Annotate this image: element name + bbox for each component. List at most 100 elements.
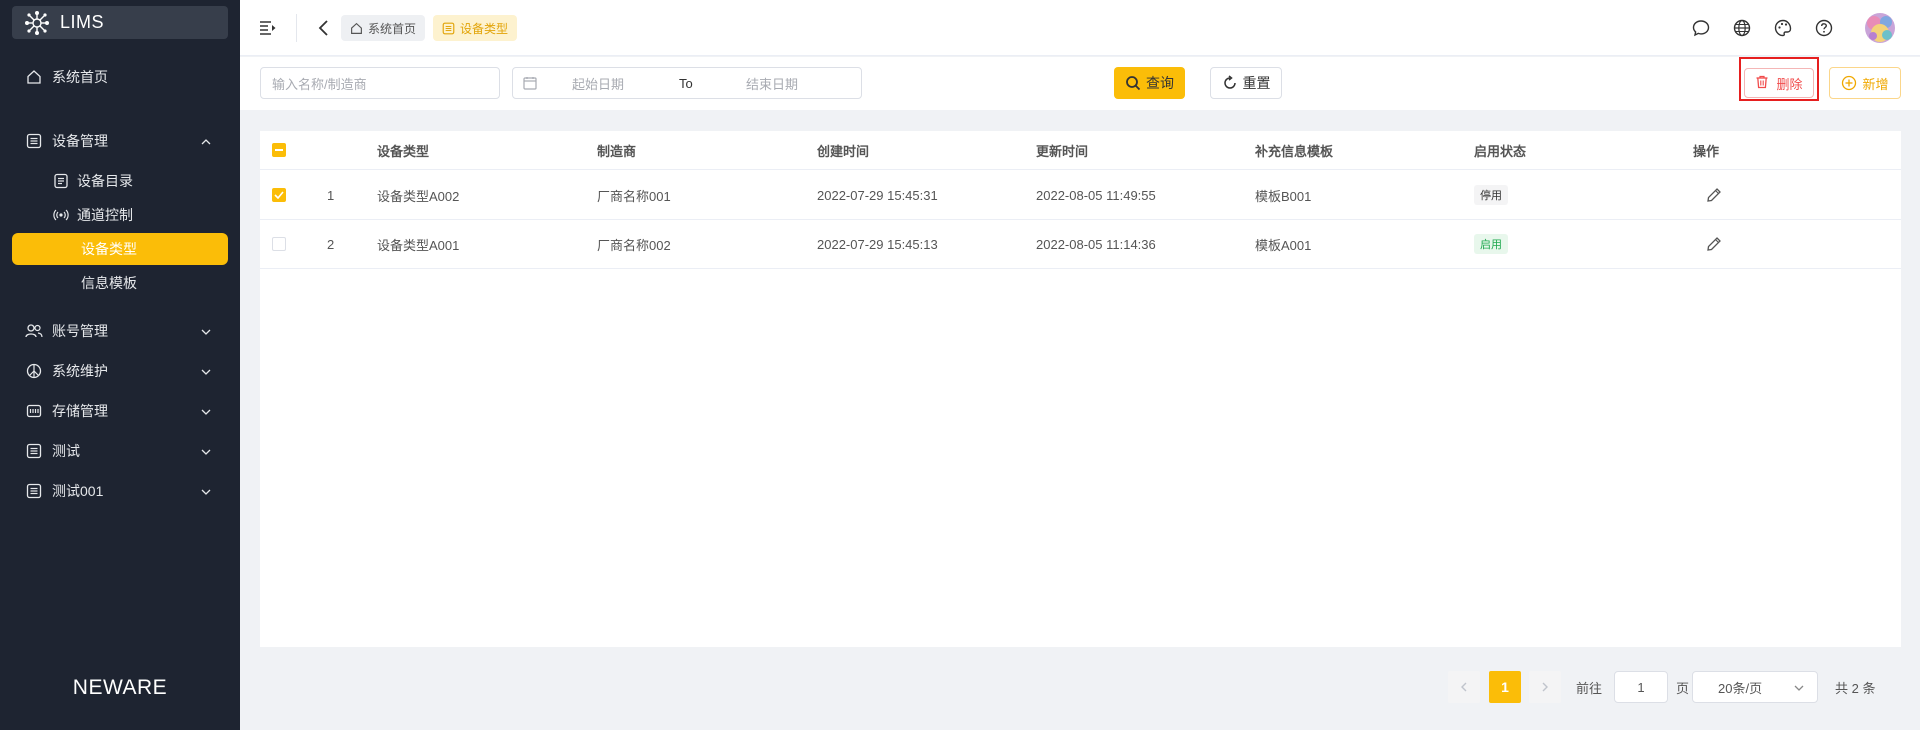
sidebar-item-storage-mgmt[interactable]: 存储管理 xyxy=(12,394,228,428)
breadcrumb-current[interactable]: 设备类型 xyxy=(433,15,518,41)
sidebar-item-label: 通道控制 xyxy=(77,207,133,223)
prev-page-button[interactable] xyxy=(1448,671,1480,703)
cell-actions xyxy=(1706,220,1722,268)
chevron-down-icon xyxy=(200,405,212,417)
row-index: 1 xyxy=(327,187,335,203)
row-index: 2 xyxy=(327,236,335,252)
end-date-placeholder[interactable]: 结束日期 xyxy=(746,74,798,93)
device-type-table: 设备类型 制造商 创建时间 更新时间 补充信息模板 启用状态 操作 1 设备类型… xyxy=(260,131,1901,647)
list-box-icon xyxy=(25,442,43,460)
sidebar-item-system-maint[interactable]: 系统维护 xyxy=(12,354,228,388)
chevron-right-icon xyxy=(1541,679,1549,695)
sidebar-item-device-catalog[interactable]: 设备目录 xyxy=(12,165,228,197)
palette-icon[interactable] xyxy=(1773,18,1793,38)
table-row[interactable]: 1 设备类型A002 厂商名称001 2022-07-29 15:45:31 2… xyxy=(260,171,1901,220)
breadcrumb-current-label: 设备类型 xyxy=(460,21,509,36)
sidebar-item-account-mgmt[interactable]: 账号管理 xyxy=(12,314,228,348)
total-count: 共 2 条 xyxy=(1835,680,1876,696)
cell-updated-time: 2022-08-05 11:49:55 xyxy=(1036,187,1156,203)
help-icon[interactable] xyxy=(1814,18,1834,38)
header-divider xyxy=(296,14,297,42)
collapse-menu-icon[interactable] xyxy=(258,18,278,38)
row-checkbox-cell xyxy=(272,220,286,268)
list-box-icon xyxy=(25,482,43,500)
reset-button-label: 重置 xyxy=(1242,75,1271,91)
next-page-button[interactable] xyxy=(1529,671,1561,703)
status-badge: 停用 xyxy=(1474,185,1508,205)
search-input[interactable]: 输入名称/制造商 xyxy=(260,67,500,99)
header-template[interactable]: 补充信息模板 xyxy=(1255,131,1333,169)
footer-brand: NEWARE xyxy=(72,676,168,699)
peace-icon xyxy=(25,362,43,380)
sidebar-item-info-template[interactable]: 信息模板 xyxy=(12,267,228,299)
header-status[interactable]: 启用状态 xyxy=(1474,131,1526,169)
cell-status: 启用 xyxy=(1474,220,1508,268)
chevron-left-icon xyxy=(1460,679,1468,695)
goto-label: 前往 xyxy=(1576,680,1603,696)
chevron-down-icon xyxy=(200,445,212,457)
users-icon xyxy=(25,322,43,340)
avatar[interactable] xyxy=(1865,13,1895,43)
row-checkbox-cell xyxy=(272,171,286,219)
reset-button[interactable]: 重置 xyxy=(1210,67,1282,99)
broadcast-icon xyxy=(53,207,69,223)
page-number-current[interactable]: 1 xyxy=(1489,671,1521,703)
cell-status: 停用 xyxy=(1474,171,1508,219)
globe-icon[interactable] xyxy=(1732,18,1752,38)
chevron-down-icon xyxy=(200,365,212,377)
sidebar-item-label: 设备目录 xyxy=(77,173,133,189)
list-box-icon xyxy=(442,22,455,35)
sidebar-item-home[interactable]: 系统首页 xyxy=(12,60,228,94)
cell-updated-time: 2022-08-05 11:14:36 xyxy=(1036,236,1156,252)
document-icon xyxy=(53,173,69,189)
query-button[interactable]: 查询 xyxy=(1114,67,1185,99)
sidebar-item-device-type[interactable]: 设备类型 xyxy=(12,233,228,265)
app-name: LIMS xyxy=(60,12,105,32)
edit-pencil-icon[interactable] xyxy=(1706,236,1722,252)
date-range-picker[interactable]: 起始日期 To 结束日期 xyxy=(512,67,862,99)
chevron-up-icon xyxy=(200,135,212,147)
back-arrow-icon[interactable] xyxy=(314,18,334,38)
cell-device-type: 设备类型A001 xyxy=(377,237,460,253)
chevron-down-icon xyxy=(200,485,212,497)
cell-created-time: 2022-07-29 15:45:13 xyxy=(817,236,938,252)
goto-page-input[interactable]: 1 xyxy=(1614,671,1668,703)
sidebar-item-label: 存储管理 xyxy=(52,403,108,419)
app-logo[interactable]: LIMS xyxy=(12,6,228,39)
sidebar-item-label: 账号管理 xyxy=(52,323,108,339)
start-date-placeholder[interactable]: 起始日期 xyxy=(572,74,624,93)
header-device-type[interactable]: 设备类型 xyxy=(377,131,429,169)
row-checkbox[interactable] xyxy=(272,237,286,251)
delete-button[interactable]: 删除 xyxy=(1744,68,1814,98)
sidebar-item-channel-control[interactable]: 通道控制 xyxy=(12,199,228,231)
page-size-select[interactable]: 20条/页 xyxy=(1692,671,1818,703)
home-icon xyxy=(350,22,363,35)
row-checkbox[interactable] xyxy=(272,188,286,202)
storage-icon xyxy=(25,402,43,420)
query-button-label: 查询 xyxy=(1146,75,1174,91)
add-button[interactable]: 新增 xyxy=(1829,67,1901,99)
header-updated-time[interactable]: 更新时间 xyxy=(1036,131,1088,169)
search-icon xyxy=(1125,75,1141,91)
sidebar-item-label: 系统维护 xyxy=(52,363,108,379)
top-header: 系统首页 设备类型 xyxy=(240,0,1920,56)
header-actions: 操作 xyxy=(1693,143,1720,159)
page-unit-label: 页 xyxy=(1676,680,1690,696)
sidebar-item-device-mgmt[interactable]: 设备管理 xyxy=(12,124,228,158)
edit-pencil-icon[interactable] xyxy=(1706,187,1722,203)
select-all-checkbox[interactable] xyxy=(272,143,286,157)
trash-icon xyxy=(1755,75,1771,91)
sidebar-item-label: 系统首页 xyxy=(52,69,108,85)
cell-created-time: 2022-07-29 15:45:31 xyxy=(817,187,938,203)
plus-circle-icon xyxy=(1841,75,1857,91)
sidebar-item-test001[interactable]: 测试001 xyxy=(12,474,228,508)
range-separator: To xyxy=(679,75,693,91)
cell-device-type: 设备类型A002 xyxy=(377,188,460,204)
table-row[interactable]: 2 设备类型A001 厂商名称002 2022-07-29 15:45:13 2… xyxy=(260,220,1901,269)
header-manufacturer[interactable]: 制造商 xyxy=(597,131,636,169)
message-icon[interactable] xyxy=(1691,18,1711,38)
breadcrumb-home[interactable]: 系统首页 xyxy=(341,15,426,41)
add-button-label: 新增 xyxy=(1862,76,1889,92)
sidebar-item-test[interactable]: 测试 xyxy=(12,434,228,468)
header-created-time[interactable]: 创建时间 xyxy=(817,131,869,169)
